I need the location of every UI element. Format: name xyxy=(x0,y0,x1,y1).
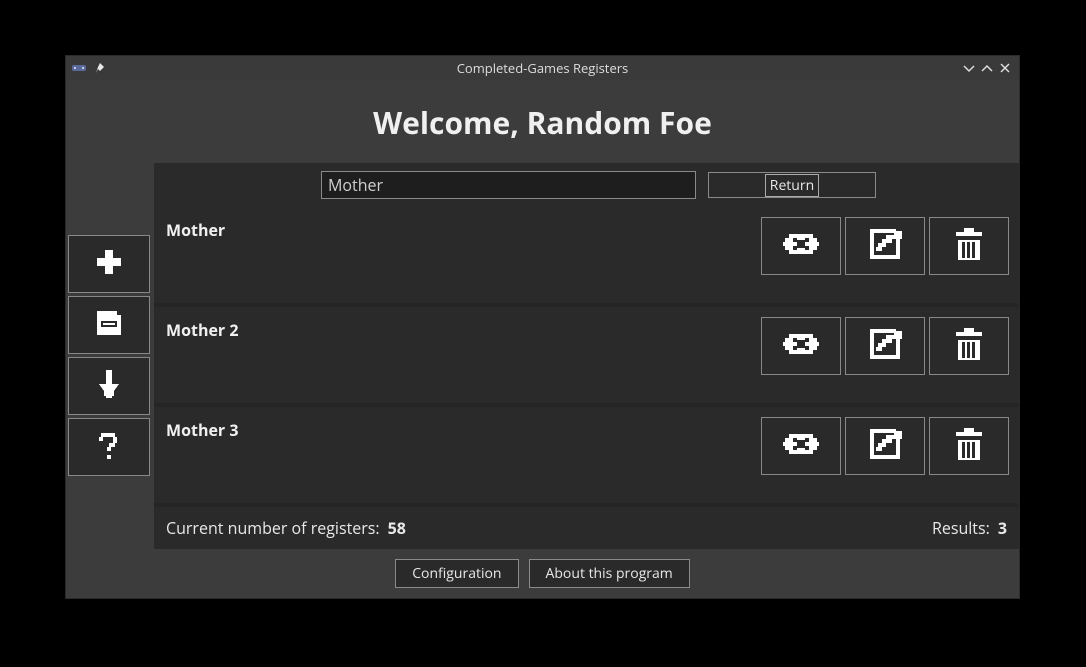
game-title: Mother xyxy=(166,217,761,241)
results-value: 3 xyxy=(998,517,1007,539)
about-button[interactable]: About this program xyxy=(529,559,690,588)
maximize-icon[interactable] xyxy=(981,62,993,74)
window-title: Completed-Games Registers xyxy=(66,59,1019,77)
view-button[interactable] xyxy=(761,217,841,275)
delete-button[interactable] xyxy=(929,417,1009,475)
game-title: Mother 3 xyxy=(166,417,761,441)
help-icon xyxy=(93,429,125,466)
edit-button[interactable] xyxy=(845,417,925,475)
main-panel: Return Mother Mother 2 xyxy=(154,163,1019,549)
gamepad-icon xyxy=(72,62,88,74)
download-icon xyxy=(93,368,125,405)
search-row: Return xyxy=(154,163,1019,207)
edit-icon xyxy=(866,425,904,468)
count-value: 58 xyxy=(388,517,406,539)
return-button[interactable]: Return xyxy=(708,172,876,198)
help-button[interactable] xyxy=(68,418,150,476)
pin-icon[interactable] xyxy=(94,61,106,75)
search-input[interactable] xyxy=(321,171,696,199)
view-button[interactable] xyxy=(761,317,841,375)
welcome-heading: Welcome, Random Foe xyxy=(66,102,1019,143)
plus-icon xyxy=(93,246,125,283)
results-label: Results: xyxy=(932,517,990,539)
save-button[interactable] xyxy=(68,296,150,354)
edit-button[interactable] xyxy=(845,317,925,375)
list-item: Mother 2 xyxy=(154,307,1019,403)
titlebar: Completed-Games Registers xyxy=(66,56,1019,80)
list-item: Mother xyxy=(154,207,1019,303)
view-button[interactable] xyxy=(761,417,841,475)
return-label: Return xyxy=(765,174,819,197)
close-icon[interactable] xyxy=(999,62,1011,74)
delete-button[interactable] xyxy=(929,217,1009,275)
app-window: Completed-Games Registers Welcome, Rando… xyxy=(65,55,1020,599)
edit-icon xyxy=(866,225,904,268)
view-icon xyxy=(779,326,823,367)
view-icon xyxy=(779,426,823,467)
trash-icon xyxy=(948,326,990,367)
add-button[interactable] xyxy=(68,235,150,293)
sidebar xyxy=(66,163,154,549)
save-icon xyxy=(93,307,125,344)
minimize-icon[interactable] xyxy=(963,62,975,74)
edit-button[interactable] xyxy=(845,217,925,275)
footer: Configuration About this program xyxy=(66,549,1019,598)
trash-icon xyxy=(948,226,990,267)
status-bar: Current number of registers: 58 Results:… xyxy=(154,507,1019,549)
trash-icon xyxy=(948,426,990,467)
list-item: Mother 3 xyxy=(154,407,1019,503)
import-button[interactable] xyxy=(68,357,150,415)
results-list: Mother Mother 2 Mother xyxy=(154,207,1019,503)
header: Welcome, Random Foe xyxy=(66,80,1019,163)
configuration-button[interactable]: Configuration xyxy=(395,559,518,588)
edit-icon xyxy=(866,325,904,368)
delete-button[interactable] xyxy=(929,317,1009,375)
game-title: Mother 2 xyxy=(166,317,761,341)
view-icon xyxy=(779,226,823,267)
count-label: Current number of registers: xyxy=(166,517,380,539)
